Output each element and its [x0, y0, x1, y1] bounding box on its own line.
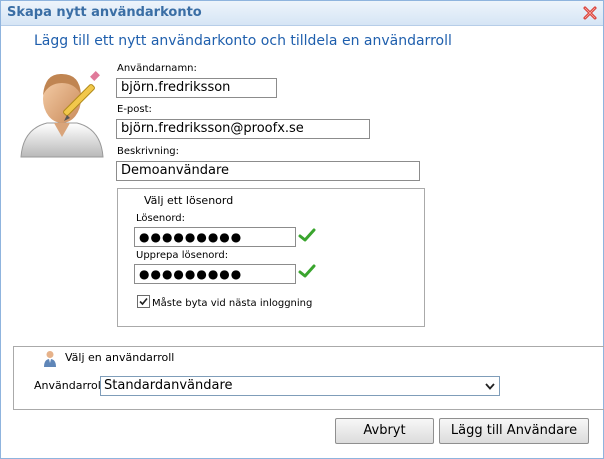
role-section-heading: Välj en användarroll: [65, 351, 175, 364]
password-field[interactable]: ●●●●●●●●●: [134, 227, 296, 247]
create-user-dialog: Skapa nytt användarkonto Lägg till ett n…: [0, 0, 604, 459]
user-role-selected-value: Standardanvändare: [104, 378, 233, 393]
username-field[interactable]: björn.fredriksson: [116, 78, 277, 98]
repeat-password-valid-check-icon: [298, 264, 316, 278]
dialog-titlebar: Skapa nytt användarkonto: [1, 1, 603, 26]
close-icon[interactable]: [581, 4, 599, 22]
user-role-select[interactable]: Standardanvändare: [100, 376, 500, 396]
repeat-password-label: Upprepa lösenord:: [136, 250, 229, 261]
username-label: Användarnamn:: [117, 63, 197, 74]
dialog-heading: Lägg till ett nytt användarkonto och til…: [34, 33, 452, 49]
repeat-password-field[interactable]: ●●●●●●●●●: [134, 264, 296, 284]
description-label: Beskrivning:: [117, 146, 179, 157]
description-field[interactable]: Demoanvändare: [116, 161, 420, 181]
email-field[interactable]: björn.fredriksson@proofx.se: [116, 119, 370, 139]
cancel-button[interactable]: Avbryt: [335, 418, 434, 444]
password-section-legend: Välj ett lösenord: [144, 194, 234, 207]
password-label: Lösenord:: [136, 213, 185, 224]
must-change-password-checkbox[interactable]: [137, 295, 150, 308]
user-edit-avatar-icon: [20, 71, 104, 158]
dialog-title: Skapa nytt användarkonto: [7, 5, 202, 20]
user-role-label: Användarroll:: [34, 379, 108, 392]
must-change-password-label: Måste byta vid nästa inloggning: [152, 298, 313, 309]
checkmark-icon: [139, 297, 148, 306]
user-role-icon: [44, 351, 56, 367]
add-user-button[interactable]: Lägg till Användare: [439, 418, 589, 444]
email-label: E-post:: [117, 104, 152, 115]
password-valid-check-icon: [298, 228, 316, 242]
chevron-down-icon: [485, 383, 495, 390]
